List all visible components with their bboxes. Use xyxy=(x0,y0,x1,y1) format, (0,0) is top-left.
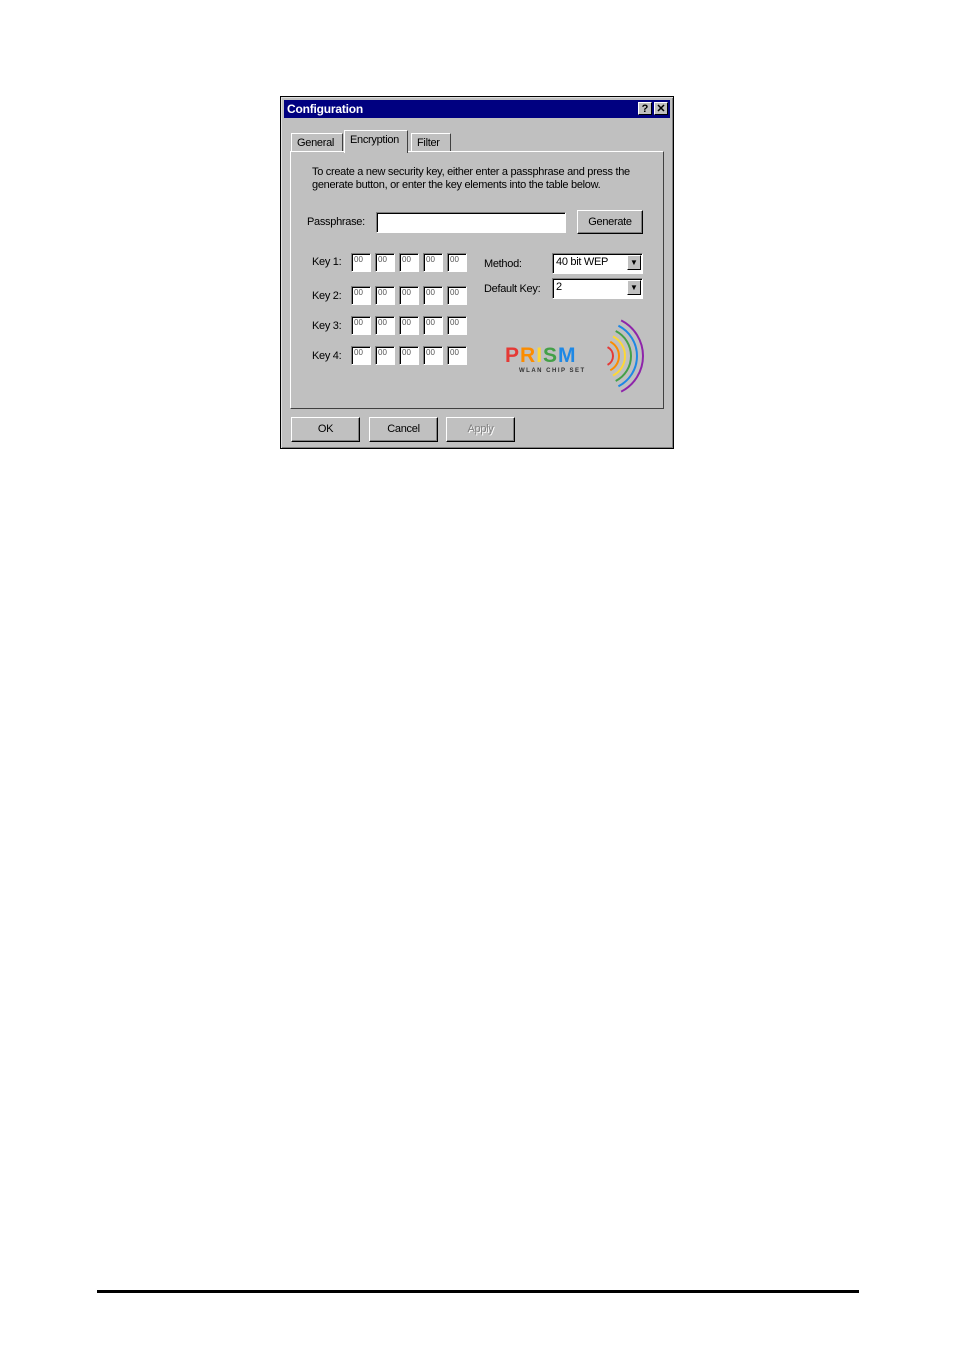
method-label: Method: xyxy=(484,258,522,270)
key3-byte1-input[interactable]: 00 xyxy=(351,316,371,335)
generate-button-label: Generate xyxy=(588,216,632,228)
key4-byte1-input[interactable]: 00 xyxy=(351,346,371,365)
window-title: Configuration xyxy=(287,102,364,116)
key2-byte3-input[interactable]: 00 xyxy=(399,286,419,305)
key2-byte2-input[interactable]: 00 xyxy=(375,286,395,305)
signal-arc xyxy=(615,330,632,382)
key1-byte5-input[interactable]: 00 xyxy=(447,253,467,272)
encryption-panel: To create a new security key, either ent… xyxy=(290,151,664,409)
passphrase-label: Passphrase: xyxy=(307,216,365,228)
key1-byte4-input[interactable]: 00 xyxy=(423,253,443,272)
default-key-label: Default Key: xyxy=(484,283,541,295)
key1-label: Key 1: xyxy=(312,256,342,268)
key4-byte5-input[interactable]: 00 xyxy=(447,346,467,365)
key3-byte5-input[interactable]: 00 xyxy=(447,316,467,335)
default-key-select[interactable]: 2 ▼ xyxy=(552,278,643,299)
default-key-dropdown-button[interactable]: ▼ xyxy=(627,280,641,295)
ok-button-label: OK xyxy=(317,423,334,435)
cancel-button[interactable]: Cancel xyxy=(369,417,438,442)
close-icon: ✕ xyxy=(656,103,666,115)
signal-waves-icon xyxy=(606,319,644,393)
close-button[interactable]: ✕ xyxy=(654,102,668,115)
key2-byte4-input[interactable]: 00 xyxy=(423,286,443,305)
apply-button[interactable]: Apply xyxy=(446,417,515,442)
key1-byte1-input[interactable]: 00 xyxy=(351,253,371,272)
key4-byte3-input[interactable]: 00 xyxy=(399,346,419,365)
instruction-text: To create a new security key, either ent… xyxy=(312,166,630,191)
key4-byte2-input[interactable]: 00 xyxy=(375,346,395,365)
key4-byte4-input[interactable]: 00 xyxy=(423,346,443,365)
help-icon: ? xyxy=(641,103,649,115)
tab-filter-label: Filter xyxy=(417,137,440,149)
tab-filter[interactable]: Filter xyxy=(411,133,451,152)
generate-button[interactable]: Generate xyxy=(577,210,643,234)
key3-byte2-input[interactable]: 00 xyxy=(375,316,395,335)
tab-general-label: General xyxy=(297,137,335,149)
key1-byte3-input[interactable]: 00 xyxy=(399,253,419,272)
passphrase-input[interactable] xyxy=(376,212,566,233)
method-value: 40 bit WEP xyxy=(556,256,609,268)
key2-byte1-input[interactable]: 00 xyxy=(351,286,371,305)
signal-arc xyxy=(609,340,620,372)
tab-encryption-label: Encryption xyxy=(350,134,399,146)
apply-button-label: Apply xyxy=(467,423,494,435)
key3-byte4-input[interactable]: 00 xyxy=(423,316,443,335)
page-footer-rule xyxy=(97,1290,859,1293)
method-dropdown-button[interactable]: ▼ xyxy=(627,255,641,270)
configuration-dialog: Configuration ? ✕ General Encryption Fil… xyxy=(280,96,674,449)
key3-byte3-input[interactable]: 00 xyxy=(399,316,419,335)
key2-label: Key 2: xyxy=(312,290,342,302)
tab-encryption[interactable]: Encryption xyxy=(344,130,408,153)
method-select[interactable]: 40 bit WEP ▼ xyxy=(552,253,643,274)
prism-logo: PRISM WLAN CHIP SET xyxy=(501,312,661,404)
help-button[interactable]: ? xyxy=(638,102,652,115)
ok-button[interactable]: OK xyxy=(291,417,360,442)
key3-label: Key 3: xyxy=(312,320,342,332)
key1-byte2-input[interactable]: 00 xyxy=(375,253,395,272)
title-bar[interactable]: Configuration ? ✕ xyxy=(284,100,670,118)
chevron-down-icon: ▼ xyxy=(630,283,638,292)
key4-label: Key 4: xyxy=(312,350,342,362)
default-key-value: 2 xyxy=(556,281,562,293)
key2-byte5-input[interactable]: 00 xyxy=(447,286,467,305)
chevron-down-icon: ▼ xyxy=(630,258,638,267)
cancel-button-label: Cancel xyxy=(387,423,420,435)
signal-arc xyxy=(606,346,614,366)
tab-general[interactable]: General xyxy=(291,133,343,152)
